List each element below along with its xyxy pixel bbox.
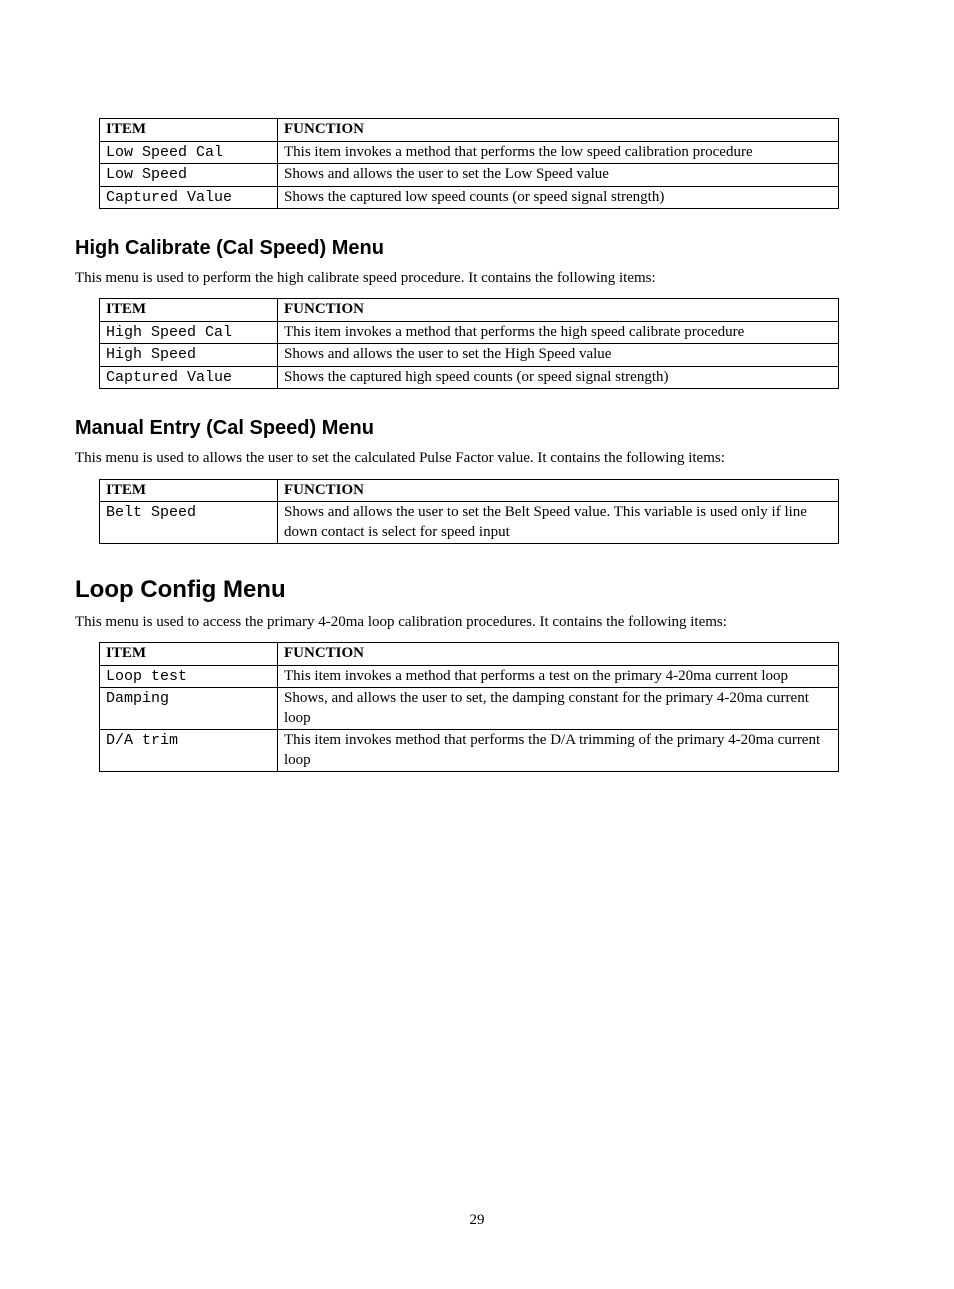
item-cell: Loop test	[100, 665, 278, 688]
function-cell: This item invokes a method that performs…	[278, 321, 839, 344]
item-cell: Damping	[100, 688, 278, 730]
table-header-item: ITEM	[100, 643, 278, 666]
manual-entry-intro: This menu is used to allows the user to …	[75, 448, 879, 468]
table-header-function: FUNCTION	[278, 643, 839, 666]
loop-config-intro: This menu is used to access the primary …	[75, 612, 879, 632]
function-cell: This item invokes a method that performs…	[278, 141, 839, 164]
item-cell: Belt Speed	[100, 502, 278, 544]
item-cell: Low Speed	[100, 164, 278, 187]
loop-config-heading: Loop Config Menu	[75, 576, 879, 604]
table-row: Low Speed Cal This item invokes a method…	[100, 141, 839, 164]
function-cell: Shows and allows the user to set the Bel…	[278, 502, 839, 544]
function-cell: Shows and allows the user to set the Hig…	[278, 344, 839, 367]
table-row: Captured Value Shows the captured low sp…	[100, 186, 839, 209]
table-row: Captured Value Shows the captured high s…	[100, 366, 839, 389]
item-cell: High Speed	[100, 344, 278, 367]
function-cell: Shows the captured low speed counts (or …	[278, 186, 839, 209]
table-header-item: ITEM	[100, 119, 278, 142]
table-row: High Speed Cal This item invokes a metho…	[100, 321, 839, 344]
item-cell: D/A trim	[100, 730, 278, 772]
table-row: D/A trim This item invokes method that p…	[100, 730, 839, 772]
high-calibrate-heading: High Calibrate (Cal Speed) Menu	[75, 237, 879, 260]
high-calibrate-table: ITEM FUNCTION High Speed Cal This item i…	[99, 298, 839, 389]
item-cell: Low Speed Cal	[100, 141, 278, 164]
function-cell: Shows and allows the user to set the Low…	[278, 164, 839, 187]
item-cell: High Speed Cal	[100, 321, 278, 344]
manual-entry-table: ITEM FUNCTION Belt Speed Shows and allow…	[99, 479, 839, 545]
table-row: Damping Shows, and allows the user to se…	[100, 688, 839, 730]
loop-config-table: ITEM FUNCTION Loop test This item invoke…	[99, 642, 839, 772]
table-header-item: ITEM	[100, 479, 278, 502]
table-header-function: FUNCTION	[278, 479, 839, 502]
item-cell: Captured Value	[100, 186, 278, 209]
manual-entry-heading: Manual Entry (Cal Speed) Menu	[75, 417, 879, 440]
item-cell: Captured Value	[100, 366, 278, 389]
table-row: High Speed Shows and allows the user to …	[100, 344, 839, 367]
function-cell: This item invokes method that performs t…	[278, 730, 839, 772]
table-row: Loop test This item invokes a method tha…	[100, 665, 839, 688]
low-calibrate-table: ITEM FUNCTION Low Speed Cal This item in…	[99, 118, 839, 209]
table-header-item: ITEM	[100, 299, 278, 322]
function-cell: Shows the captured high speed counts (or…	[278, 366, 839, 389]
function-cell: This item invokes a method that performs…	[278, 665, 839, 688]
high-calibrate-intro: This menu is used to perform the high ca…	[75, 268, 879, 288]
function-cell: Shows, and allows the user to set, the d…	[278, 688, 839, 730]
table-header-function: FUNCTION	[278, 299, 839, 322]
table-header-function: FUNCTION	[278, 119, 839, 142]
page-number: 29	[75, 1212, 879, 1229]
table-row: Low Speed Shows and allows the user to s…	[100, 164, 839, 187]
table-row: Belt Speed Shows and allows the user to …	[100, 502, 839, 544]
